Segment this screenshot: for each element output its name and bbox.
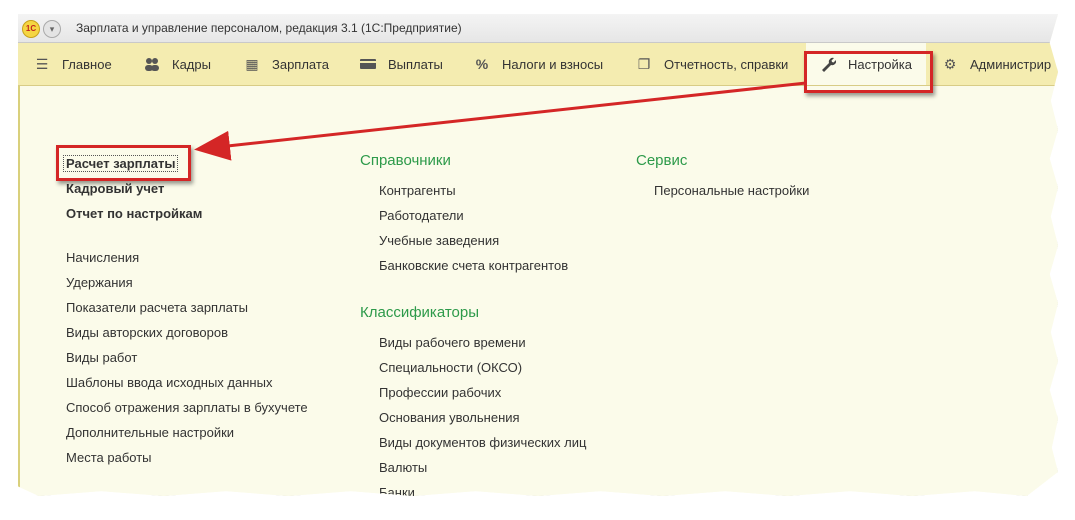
annotation-arrow <box>194 81 807 161</box>
